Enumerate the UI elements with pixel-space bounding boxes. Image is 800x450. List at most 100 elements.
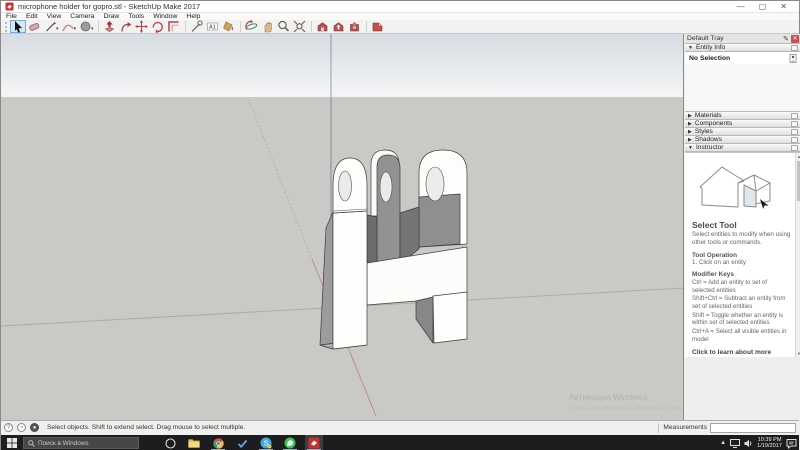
modifier-shift: Shift = Toggle whether an entity is with…: [692, 311, 784, 327]
menu-camera[interactable]: Camera: [70, 13, 94, 20]
tool-operation-item: 1. Click on an entity: [692, 258, 746, 266]
task-view-button[interactable]: [161, 435, 179, 450]
menu-draw[interactable]: Draw: [103, 13, 119, 20]
model-slot-left: [366, 214, 378, 265]
chevron-up-icon[interactable]: ▲: [720, 440, 726, 446]
instructor-menu-button[interactable]: [791, 144, 798, 151]
offset-tool[interactable]: [166, 20, 182, 33]
panel-styles[interactable]: ▶ Styles: [685, 127, 800, 136]
push-pull-tool[interactable]: [102, 20, 118, 33]
panel-materials[interactable]: ▶ Materials: [685, 111, 800, 120]
pan-tool[interactable]: [260, 20, 276, 33]
maximize-button[interactable]: ▢: [759, 2, 767, 12]
scroll-up-icon[interactable]: ▲: [796, 153, 800, 160]
measurements-label: Measurements: [663, 424, 707, 431]
measurements-input[interactable]: [710, 422, 796, 433]
line-tool[interactable]: [42, 20, 58, 33]
line-icon: [45, 21, 56, 32]
rotate-tool[interactable]: [150, 20, 166, 33]
sketchup-logo-icon: [5, 2, 14, 11]
whatsapp-button[interactable]: [281, 435, 299, 450]
tool-operation-title: Tool Operation: [692, 251, 737, 259]
materials-label: Materials: [694, 112, 722, 119]
skype-button[interactable]: S: [257, 435, 275, 450]
instructor-scrollbar[interactable]: ▲ ▼: [795, 153, 800, 357]
panel-instructor[interactable]: ▼ Instructor: [685, 143, 800, 152]
minimize-button[interactable]: —: [737, 2, 745, 12]
windows-taskbar: Поиск в Windows S ▲ 10:39 PM 1/19/2017: [1, 435, 799, 450]
eraser-tool[interactable]: [26, 20, 42, 33]
sketchup-taskbar-button[interactable]: [305, 435, 323, 450]
tape-measure-tool[interactable]: [189, 20, 205, 33]
taskbar-search[interactable]: Поиск в Windows: [23, 437, 139, 449]
entity-info-content: No Selection: [685, 52, 800, 64]
verified-app-button[interactable]: [233, 435, 251, 450]
model-3d[interactable]: [319, 149, 468, 350]
styles-label: Styles: [694, 128, 713, 135]
extension-warehouse-tool[interactable]: [347, 20, 363, 33]
zoom-tool[interactable]: [276, 20, 292, 33]
follow-me-tool[interactable]: [118, 20, 134, 33]
chevron-right-icon: ▶: [688, 112, 692, 119]
shapes-tool[interactable]: [77, 20, 93, 33]
instructor-illustration: [699, 166, 771, 209]
entity-info-menu-button[interactable]: [791, 44, 798, 51]
start-button[interactable]: [1, 435, 23, 450]
system-tray: ▲ 10:39 PM 1/19/2017: [720, 435, 797, 450]
menu-window[interactable]: Window: [153, 13, 177, 20]
volume-icon[interactable]: [744, 439, 753, 448]
panel-shadows[interactable]: ▶ Shadows: [685, 135, 800, 144]
shadows-menu-button[interactable]: [791, 136, 798, 143]
windows-activation-watermark: Активация Windows Чтобы активировать Win…: [569, 392, 683, 412]
file-explorer-button[interactable]: [185, 435, 203, 450]
close-button[interactable]: ✕: [780, 2, 787, 12]
shadows-label: Shadows: [694, 136, 722, 143]
zoom-extents-tool[interactable]: [292, 20, 308, 33]
default-tray: Default Tray ✎ ✕ ▼ Entity Info No Select…: [685, 34, 800, 450]
menu-tools[interactable]: Tools: [128, 13, 144, 20]
circle-icon: [80, 21, 90, 32]
arc-tool[interactable]: [60, 20, 76, 33]
rotate-icon: [152, 21, 163, 33]
move-tool[interactable]: [134, 20, 150, 33]
send-model-tool[interactable]: [370, 20, 386, 33]
modifier-shift-ctrl: Shift+Ctrl = Subtract an entity from set…: [692, 295, 786, 311]
menu-edit[interactable]: Edit: [26, 13, 38, 20]
tray-close-icon[interactable]: ✕: [791, 34, 799, 43]
checkmark-icon: [237, 439, 247, 448]
help-icon[interactable]: ?: [4, 423, 13, 432]
notification-icon[interactable]: [786, 438, 797, 449]
panel-entity-info[interactable]: ▼ Entity Info: [685, 43, 800, 52]
text-tool[interactable]: A1: [205, 20, 221, 33]
title-bar: microphone holder for gopro.stl - Sketch…: [1, 1, 799, 13]
select-tool[interactable]: [10, 20, 26, 33]
sketchup-window: microphone holder for gopro.stl - Sketch…: [0, 0, 800, 450]
menu-file[interactable]: File: [6, 13, 17, 20]
share-model-tool[interactable]: [331, 20, 347, 33]
monitor-icon[interactable]: [730, 438, 741, 448]
panel-components[interactable]: ▶ Components: [685, 119, 800, 128]
taskbar-clock[interactable]: 10:39 PM 1/19/2017: [757, 437, 782, 450]
details-icon[interactable]: [789, 53, 797, 63]
send-model-icon: [372, 22, 383, 32]
scroll-down-icon[interactable]: ▼: [796, 350, 800, 357]
windows-logo-icon: [7, 438, 17, 448]
materials-menu-button[interactable]: [791, 112, 798, 119]
geolocation-icon[interactable]: ◔: [17, 423, 26, 432]
menu-help[interactable]: Help: [186, 13, 200, 20]
push-pull-icon: [104, 21, 115, 32]
text-tool-label: A1: [209, 25, 216, 31]
menu-view[interactable]: View: [47, 13, 62, 20]
chrome-button[interactable]: [209, 435, 227, 450]
styles-menu-button[interactable]: [791, 128, 798, 135]
pin-icon[interactable]: ✎: [783, 35, 789, 43]
components-menu-button[interactable]: [791, 120, 798, 127]
globe-icon[interactable]: ●: [30, 423, 39, 432]
paint-bucket-tool[interactable]: [221, 20, 237, 33]
drawing-viewport[interactable]: Активация Windows Чтобы активировать Win…: [1, 34, 684, 420]
orbit-tool[interactable]: [244, 20, 260, 33]
share-model-icon: [333, 22, 344, 32]
3d-warehouse-tool[interactable]: [315, 20, 331, 33]
toolbar-grip[interactable]: [5, 21, 8, 32]
advanced-operations-link[interactable]: Click to learn about more advanced opera…: [692, 349, 791, 357]
